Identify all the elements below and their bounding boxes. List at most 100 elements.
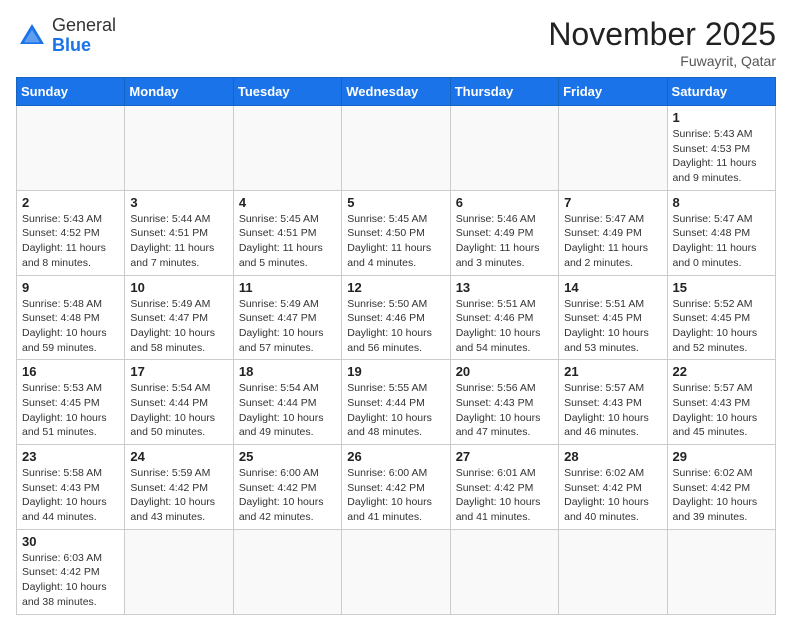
calendar-cell [233, 529, 341, 614]
day-header-wednesday: Wednesday [342, 78, 450, 106]
day-info: Sunrise: 5:54 AM Sunset: 4:44 PM Dayligh… [239, 381, 336, 440]
day-number: 5 [347, 195, 444, 210]
day-info: Sunrise: 5:53 AM Sunset: 4:45 PM Dayligh… [22, 381, 119, 440]
day-info: Sunrise: 6:02 AM Sunset: 4:42 PM Dayligh… [564, 466, 661, 525]
calendar-cell: 13 Sunrise: 5:51 AM Sunset: 4:46 PM Dayli… [450, 275, 558, 360]
day-info: Sunrise: 5:56 AM Sunset: 4:43 PM Dayligh… [456, 381, 553, 440]
day-header-tuesday: Tuesday [233, 78, 341, 106]
calendar-table: SundayMondayTuesdayWednesdayThursdayFrid… [16, 77, 776, 615]
calendar-cell: 27 Sunrise: 6:01 AM Sunset: 4:42 PM Dayli… [450, 445, 558, 530]
calendar-cell: 17 Sunrise: 5:54 AM Sunset: 4:44 PM Dayli… [125, 360, 233, 445]
day-info: Sunrise: 5:46 AM Sunset: 4:49 PM Dayligh… [456, 212, 553, 271]
calendar-cell [17, 106, 125, 191]
day-number: 18 [239, 364, 336, 379]
day-info: Sunrise: 5:50 AM Sunset: 4:46 PM Dayligh… [347, 297, 444, 356]
day-info: Sunrise: 6:01 AM Sunset: 4:42 PM Dayligh… [456, 466, 553, 525]
day-info: Sunrise: 5:59 AM Sunset: 4:42 PM Dayligh… [130, 466, 227, 525]
calendar-week-row: 30 Sunrise: 6:03 AM Sunset: 4:42 PM Dayli… [17, 529, 776, 614]
day-info: Sunrise: 5:49 AM Sunset: 4:47 PM Dayligh… [239, 297, 336, 356]
location: Fuwayrit, Qatar [548, 53, 776, 69]
calendar-cell: 29 Sunrise: 6:02 AM Sunset: 4:42 PM Dayli… [667, 445, 775, 530]
logo-line2: Blue [52, 36, 116, 56]
calendar-cell: 30 Sunrise: 6:03 AM Sunset: 4:42 PM Dayli… [17, 529, 125, 614]
calendar-cell: 5 Sunrise: 5:45 AM Sunset: 4:50 PM Daylig… [342, 190, 450, 275]
day-number: 26 [347, 449, 444, 464]
calendar-cell [559, 106, 667, 191]
calendar-cell [342, 529, 450, 614]
day-number: 17 [130, 364, 227, 379]
calendar-cell [667, 529, 775, 614]
day-info: Sunrise: 5:43 AM Sunset: 4:52 PM Dayligh… [22, 212, 119, 271]
day-info: Sunrise: 5:48 AM Sunset: 4:48 PM Dayligh… [22, 297, 119, 356]
calendar-cell: 10 Sunrise: 5:49 AM Sunset: 4:47 PM Dayli… [125, 275, 233, 360]
day-number: 2 [22, 195, 119, 210]
day-number: 12 [347, 280, 444, 295]
calendar-cell [450, 529, 558, 614]
calendar-cell: 15Sunrise: 5:52 AM Sunset: 4:45 PM Dayli… [667, 275, 775, 360]
day-number: 10 [130, 280, 227, 295]
day-number: 24 [130, 449, 227, 464]
calendar-cell: 2 Sunrise: 5:43 AM Sunset: 4:52 PM Daylig… [17, 190, 125, 275]
calendar-cell: 26 Sunrise: 6:00 AM Sunset: 4:42 PM Dayli… [342, 445, 450, 530]
day-number: 29 [673, 449, 770, 464]
calendar-cell: 24 Sunrise: 5:59 AM Sunset: 4:42 PM Dayli… [125, 445, 233, 530]
calendar-cell: 8 Sunrise: 5:47 AM Sunset: 4:48 PM Daylig… [667, 190, 775, 275]
day-number: 16 [22, 364, 119, 379]
calendar-week-row: 2 Sunrise: 5:43 AM Sunset: 4:52 PM Daylig… [17, 190, 776, 275]
calendar-cell: 19 Sunrise: 5:55 AM Sunset: 4:44 PM Dayli… [342, 360, 450, 445]
month-title: November 2025 [548, 16, 776, 53]
calendar-cell: 12 Sunrise: 5:50 AM Sunset: 4:46 PM Dayli… [342, 275, 450, 360]
calendar-week-row: 23Sunrise: 5:58 AM Sunset: 4:43 PM Dayli… [17, 445, 776, 530]
day-info: Sunrise: 5:47 AM Sunset: 4:48 PM Dayligh… [673, 212, 770, 271]
calendar-cell: 23Sunrise: 5:58 AM Sunset: 4:43 PM Dayli… [17, 445, 125, 530]
day-info: Sunrise: 5:55 AM Sunset: 4:44 PM Dayligh… [347, 381, 444, 440]
day-number: 21 [564, 364, 661, 379]
calendar-cell: 4 Sunrise: 5:45 AM Sunset: 4:51 PM Daylig… [233, 190, 341, 275]
day-number: 20 [456, 364, 553, 379]
calendar-cell: 3Sunrise: 5:44 AM Sunset: 4:51 PM Daylig… [125, 190, 233, 275]
day-number: 3 [130, 195, 227, 210]
calendar-cell: 20 Sunrise: 5:56 AM Sunset: 4:43 PM Dayli… [450, 360, 558, 445]
day-info: Sunrise: 5:47 AM Sunset: 4:49 PM Dayligh… [564, 212, 661, 271]
calendar-cell: 1Sunrise: 5:43 AM Sunset: 4:53 PM Daylig… [667, 106, 775, 191]
calendar-cell: 25Sunrise: 6:00 AM Sunset: 4:42 PM Dayli… [233, 445, 341, 530]
logo-text: General Blue [52, 16, 116, 56]
calendar-cell: 18 Sunrise: 5:54 AM Sunset: 4:44 PM Dayli… [233, 360, 341, 445]
calendar-week-row: 9Sunrise: 5:48 AM Sunset: 4:48 PM Daylig… [17, 275, 776, 360]
day-number: 11 [239, 280, 336, 295]
calendar-cell [125, 106, 233, 191]
header: General Blue November 2025 Fuwayrit, Qat… [16, 16, 776, 69]
day-number: 8 [673, 195, 770, 210]
day-header-thursday: Thursday [450, 78, 558, 106]
day-header-monday: Monday [125, 78, 233, 106]
day-info: Sunrise: 6:00 AM Sunset: 4:42 PM Dayligh… [347, 466, 444, 525]
day-number: 25 [239, 449, 336, 464]
calendar-cell [342, 106, 450, 191]
day-number: 14 [564, 280, 661, 295]
day-header-friday: Friday [559, 78, 667, 106]
day-info: Sunrise: 6:03 AM Sunset: 4:42 PM Dayligh… [22, 551, 119, 610]
day-number: 27 [456, 449, 553, 464]
logo-line1: General [52, 16, 116, 36]
day-number: 4 [239, 195, 336, 210]
calendar-cell [125, 529, 233, 614]
day-info: Sunrise: 6:02 AM Sunset: 4:42 PM Dayligh… [673, 466, 770, 525]
day-info: Sunrise: 5:45 AM Sunset: 4:51 PM Dayligh… [239, 212, 336, 271]
day-number: 30 [22, 534, 119, 549]
title-section: November 2025 Fuwayrit, Qatar [548, 16, 776, 69]
day-number: 23 [22, 449, 119, 464]
day-info: Sunrise: 5:45 AM Sunset: 4:50 PM Dayligh… [347, 212, 444, 271]
calendar-cell: 16 Sunrise: 5:53 AM Sunset: 4:45 PM Dayli… [17, 360, 125, 445]
day-number: 7 [564, 195, 661, 210]
day-info: Sunrise: 5:54 AM Sunset: 4:44 PM Dayligh… [130, 381, 227, 440]
day-number: 13 [456, 280, 553, 295]
day-header-sunday: Sunday [17, 78, 125, 106]
day-info: Sunrise: 5:51 AM Sunset: 4:46 PM Dayligh… [456, 297, 553, 356]
day-number: 19 [347, 364, 444, 379]
calendar-cell [450, 106, 558, 191]
day-header-saturday: Saturday [667, 78, 775, 106]
calendar-cell [559, 529, 667, 614]
day-info: Sunrise: 5:49 AM Sunset: 4:47 PM Dayligh… [130, 297, 227, 356]
calendar-cell: 22Sunrise: 5:57 AM Sunset: 4:43 PM Dayli… [667, 360, 775, 445]
calendar-cell [233, 106, 341, 191]
